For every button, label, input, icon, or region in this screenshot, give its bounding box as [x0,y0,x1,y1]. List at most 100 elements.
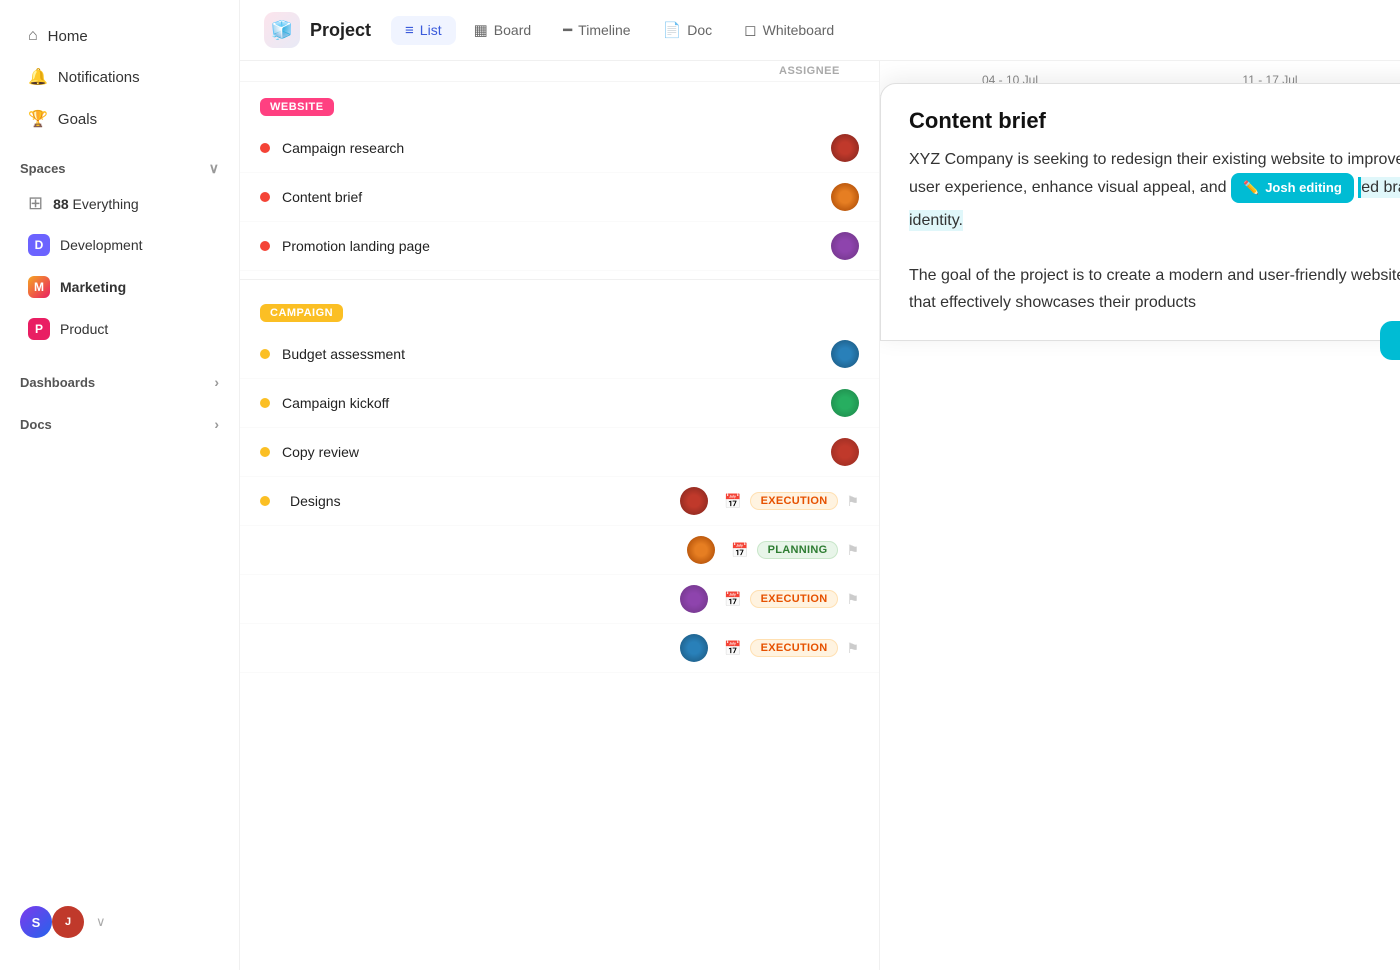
task-name-budget: Budget assessment [282,346,831,362]
sidebar-label-product: Product [60,321,108,337]
indicator-red [260,143,270,153]
tab-doc[interactable]: 📄 Doc [649,15,727,45]
sidebar-item-goals[interactable]: 🏆 Goals [8,99,231,139]
column-headers: ASSIGNEE [240,61,879,82]
tab-whiteboard-label: Whiteboard [763,22,835,38]
indicator-red-3 [260,241,270,251]
indicator-red-2 [260,192,270,202]
task-name-designs: Designs [290,493,672,509]
avatar-task-7 [680,487,708,515]
flag-icon-e2: ⚑ [846,591,859,608]
status-badge-execution-2[interactable]: EXECUTION [750,590,839,608]
task-row-promotion[interactable]: Promotion landing page [240,222,879,271]
docs-overlay: Content brief XYZ Company is seeking to … [880,83,1400,341]
marketing-badge: M [28,276,50,298]
whiteboard-icon: ◻ [744,21,756,39]
avatar-task-1 [831,134,859,162]
board-icon: ▦ [474,21,488,39]
task-row-campaign-research[interactable]: Campaign research [240,124,879,173]
flag-icon-e1: ⚑ [846,542,859,559]
indicator-yellow-4 [260,496,270,506]
website-badge[interactable]: WEBSITE [260,98,334,116]
task-row-content-brief[interactable]: Content brief [240,173,879,222]
sidebar-label-development: Development [60,237,143,253]
task-row-designs[interactable]: Designs 📅 EXECUTION ⚑ [240,477,879,526]
josh-editing-badge: ✏️ Josh editing [1231,173,1354,203]
tab-whiteboard[interactable]: ◻ Whiteboard [730,15,848,45]
website-section-header: WEBSITE [240,82,879,124]
status-badge-execution-3[interactable]: EXECUTION [750,639,839,657]
extended-row-2[interactable]: 📅 EXECUTION ⚑ [240,575,879,624]
pencil-icon: ✏️ [1243,177,1259,199]
trophy-icon: 🏆 [28,109,48,129]
docs-section[interactable]: Docs › [0,404,239,438]
extended-row-3[interactable]: 📅 EXECUTION ⚑ [240,624,879,673]
docs-overlay-title: Content brief [909,108,1400,134]
sidebar-label-goals: Goals [58,111,97,128]
doc-icon: 📄 [663,21,682,39]
bell-icon: 🔔 [28,67,48,87]
project-title: Project [310,20,371,41]
docs-overlay-text: XYZ Company is seeking to redesign their… [909,146,1400,316]
extended-row-1[interactable]: 📅 PLANNING ⚑ [240,526,879,575]
status-badge-execution-1[interactable]: EXECUTION [750,492,839,510]
avatar-s[interactable]: S [20,906,52,938]
flag-icon: ⚑ [846,493,859,510]
sidebar-item-development[interactable]: D Development [8,225,231,265]
dashboards-section[interactable]: Dashboards › [0,362,239,396]
timeline-icon: ━ [563,21,572,39]
calendar-icon-e3: 📅 [724,640,741,657]
chevron-right-icon-docs: › [214,416,219,432]
sidebar-item-everything[interactable]: ⊞ 88 Everything [8,184,231,223]
spaces-section: Spaces ∨ [0,148,239,183]
chevron-down-icon[interactable]: ∨ [209,160,219,177]
sidebar-item-notifications[interactable]: 🔔 Notifications [8,57,231,97]
calendar-icon-e2: 📅 [724,591,741,608]
sidebar-label-marketing: Marketing [60,279,126,295]
sidebar-item-product[interactable]: P Product [8,309,231,349]
task-row-copy[interactable]: Copy review [240,428,879,477]
product-badge: P [28,318,50,340]
content-area: ASSIGNEE WEBSITE Campaign research Conte… [240,61,1400,970]
sidebar-item-home[interactable]: ⌂ Home [8,17,231,55]
chevron-right-icon: › [214,374,219,390]
tab-timeline[interactable]: ━ Timeline [549,15,644,45]
avatar-chevron: ∨ [96,914,106,930]
tab-board-label: Board [494,22,531,38]
avatar-task-5 [831,389,859,417]
task-name-campaign-research: Campaign research [282,140,831,156]
task-name-promotion: Promotion landing page [282,238,831,254]
task-name-content-brief: Content brief [282,189,831,205]
tab-list-label: List [420,22,442,38]
docs-tooltip: Docs [1380,321,1400,360]
tab-list[interactable]: ≡ List [391,16,456,45]
avatar-task-6 [831,438,859,466]
gantt-panel: 04 - 10 Jul 11 - 17 Jul 6 7 8 9 10 11 12… [880,61,1400,970]
list-icon: ≡ [405,22,414,39]
top-nav: 🧊 Project ≡ List ▦ Board ━ Timeline 📄 Do… [240,0,1400,61]
tab-timeline-label: Timeline [578,22,630,38]
sidebar-footer: S J ∨ [0,890,239,954]
sidebar-item-marketing[interactable]: M Marketing [8,267,231,307]
task-row-kickoff[interactable]: Campaign kickoff [240,379,879,428]
avatar-task-4 [831,340,859,368]
status-badge-planning[interactable]: PLANNING [757,541,839,559]
avatar-task-3 [831,232,859,260]
grid-icon: ⊞ [28,193,43,214]
spaces-label: Spaces [20,161,66,176]
calendar-icon-e1: 📅 [731,542,748,559]
avatar-j[interactable]: J [52,906,84,938]
indicator-yellow-2 [260,398,270,408]
task-row-budget[interactable]: Budget assessment [240,330,879,379]
task-panel: ASSIGNEE WEBSITE Campaign research Conte… [240,61,880,970]
campaign-badge[interactable]: CAMPAIGN [260,304,343,322]
tab-board[interactable]: ▦ Board [460,15,546,45]
sidebar-label-home: Home [48,28,88,45]
calendar-icon: 📅 [724,493,741,510]
main-content: 🧊 Project ≡ List ▦ Board ━ Timeline 📄 Do… [240,0,1400,970]
home-icon: ⌂ [28,27,38,45]
project-icon: 🧊 [264,12,300,48]
task-name-copy: Copy review [282,444,831,460]
indicator-yellow-1 [260,349,270,359]
campaign-section-header: CAMPAIGN [240,288,879,330]
